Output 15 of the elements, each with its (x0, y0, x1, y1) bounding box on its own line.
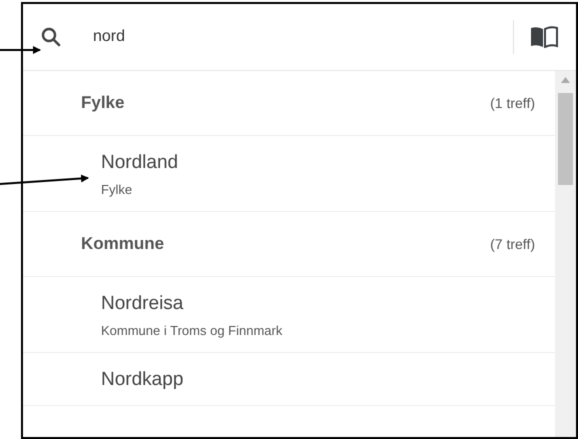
result-description: Fylke (101, 182, 132, 197)
result-description: Kommune i Troms og Finnmark (101, 323, 282, 338)
result-name[interactable]: Nordland (101, 152, 178, 174)
result-count: (1 treff) (490, 95, 535, 111)
result-count: (7 treff) (490, 236, 535, 252)
result-name[interactable]: Nordreisa (101, 293, 184, 315)
group-heading: Kommune (81, 234, 164, 254)
book-icon[interactable] (530, 26, 558, 48)
search-field[interactable]: nord (93, 24, 513, 50)
scroll-up-icon[interactable] (561, 77, 570, 83)
group-heading: Fylke (81, 93, 124, 113)
scrollbar-thumb[interactable] (558, 93, 573, 185)
result-name[interactable]: Nordkapp (101, 369, 184, 391)
search-icon[interactable] (41, 27, 61, 47)
scrollbar[interactable] (555, 71, 576, 437)
